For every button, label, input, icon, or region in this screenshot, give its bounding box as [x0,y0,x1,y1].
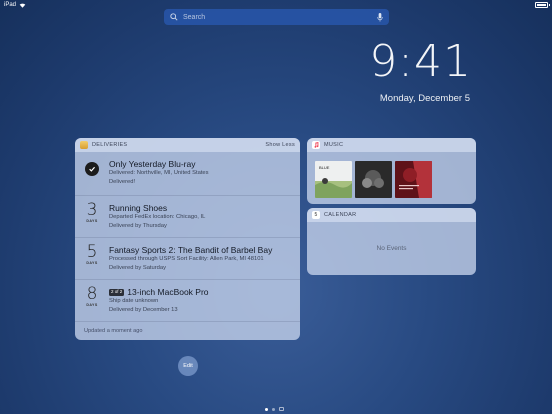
search-input[interactable]: Search [164,9,389,25]
days-number: 8 [86,284,98,304]
days-label: DAYS [86,303,98,307]
calendar-title: CALENDAR [324,212,357,218]
delivery-item[interactable]: 5 DAYS Fantasy Sports 2: The Bandit of B… [75,237,300,279]
item-count-badge: 2 of 2 [109,288,125,296]
music-title: MUSIC [324,142,344,148]
search-icon [170,13,178,21]
deliveries-header: DELIVERIES Show Less [75,138,300,152]
clock-date: Monday, December 5 [379,93,470,104]
status-right [535,2,550,8]
page-dot-active[interactable] [265,407,268,411]
delivery-status [75,159,109,176]
svg-text:BLUE: BLUE [319,165,330,170]
music-app-icon [312,141,320,149]
calendar-widget[interactable]: 5 CALENDAR No Events [307,208,476,275]
album-cover-2[interactable] [355,161,392,198]
delivery-title: Fantasy Sports 2: The Bandit of Barbel B… [109,245,273,255]
deliveries-title: DELIVERIES [92,142,128,148]
search-placeholder: Search [183,13,206,21]
delivery-location: Processed through USPS Sort Facility: Al… [109,256,264,262]
days-number: 3 [86,200,98,220]
delivery-details: Fantasy Sports 2: The Bandit of Barbel B… [109,245,300,272]
delivery-title-row: 2 of 2 13-inch MacBook Pro [109,287,300,297]
calendar-header: 5 CALENDAR [307,208,476,222]
album-cover-1[interactable]: BLUE [315,161,352,198]
deliveries-widget[interactable]: DELIVERIES Show Less Only Yesterday Blu-… [75,138,300,340]
music-header: MUSIC [307,138,476,152]
album-cover-3[interactable] [395,161,432,198]
delivery-location: Departed FedEx location: Chicago, IL [109,214,206,220]
calendar-app-icon: 5 [312,211,320,219]
delivery-location: Delivered: Northville, MI, United States [109,170,209,176]
delivery-item[interactable]: 3 DAYS Running Shoes Departed FedEx loca… [75,195,300,237]
device-name: iPad [4,2,17,8]
delivery-item[interactable]: 8 DAYS 2 of 2 13-inch MacBook Pro Ship d… [75,279,300,321]
delivery-title: Only Yesterday Blu-ray [109,159,196,169]
music-widget[interactable]: MUSIC BLUE [307,138,476,204]
delivery-title: Running Shoes [109,203,168,213]
delivery-title: 13-inch MacBook Pro [127,287,209,297]
delivery-eta: Delivered by December 13 [109,306,178,313]
days-label: DAYS [86,219,98,223]
show-less-button[interactable]: Show Less [265,142,295,148]
checkmark-icon [85,162,99,176]
page-dot[interactable] [272,407,275,411]
delivery-eta: Delivered by Saturday [109,264,167,271]
status-left: iPad [4,2,26,8]
delivery-item[interactable]: Only Yesterday Blu-ray Delivered: Northv… [75,152,300,195]
delivery-details: Only Yesterday Blu-ray Delivered: Northv… [109,159,300,186]
album-list: BLUE [307,152,476,198]
delivery-location: Ship date unknown [109,298,159,304]
delivery-details: Running Shoes Departed FedEx location: C… [109,203,300,230]
edit-button[interactable]: Edit [178,356,198,376]
delivery-list: Only Yesterday Blu-ray Delivered: Northv… [75,152,300,321]
delivery-details: 2 of 2 13-inch MacBook Pro Ship date unk… [109,287,300,314]
days-number: 5 [86,242,98,262]
delivery-eta: Delivered by Thursday [109,222,167,229]
battery-icon [535,2,550,8]
no-events-text: No Events [376,245,407,252]
page-indicator[interactable] [265,407,284,411]
updated-text: Updated a moment ago [75,321,300,340]
delivery-days: 5 DAYS [75,242,109,266]
deliveries-app-icon [80,141,88,149]
days-label: DAYS [86,261,98,265]
clock-time: 9:41 [369,36,472,87]
delivery-eta: Delivered! [109,178,136,185]
camera-icon[interactable] [279,407,284,411]
microphone-icon[interactable] [377,12,383,22]
delivery-days: 3 DAYS [75,200,109,224]
wifi-icon [19,3,26,8]
delivery-days: 8 DAYS [75,284,109,308]
